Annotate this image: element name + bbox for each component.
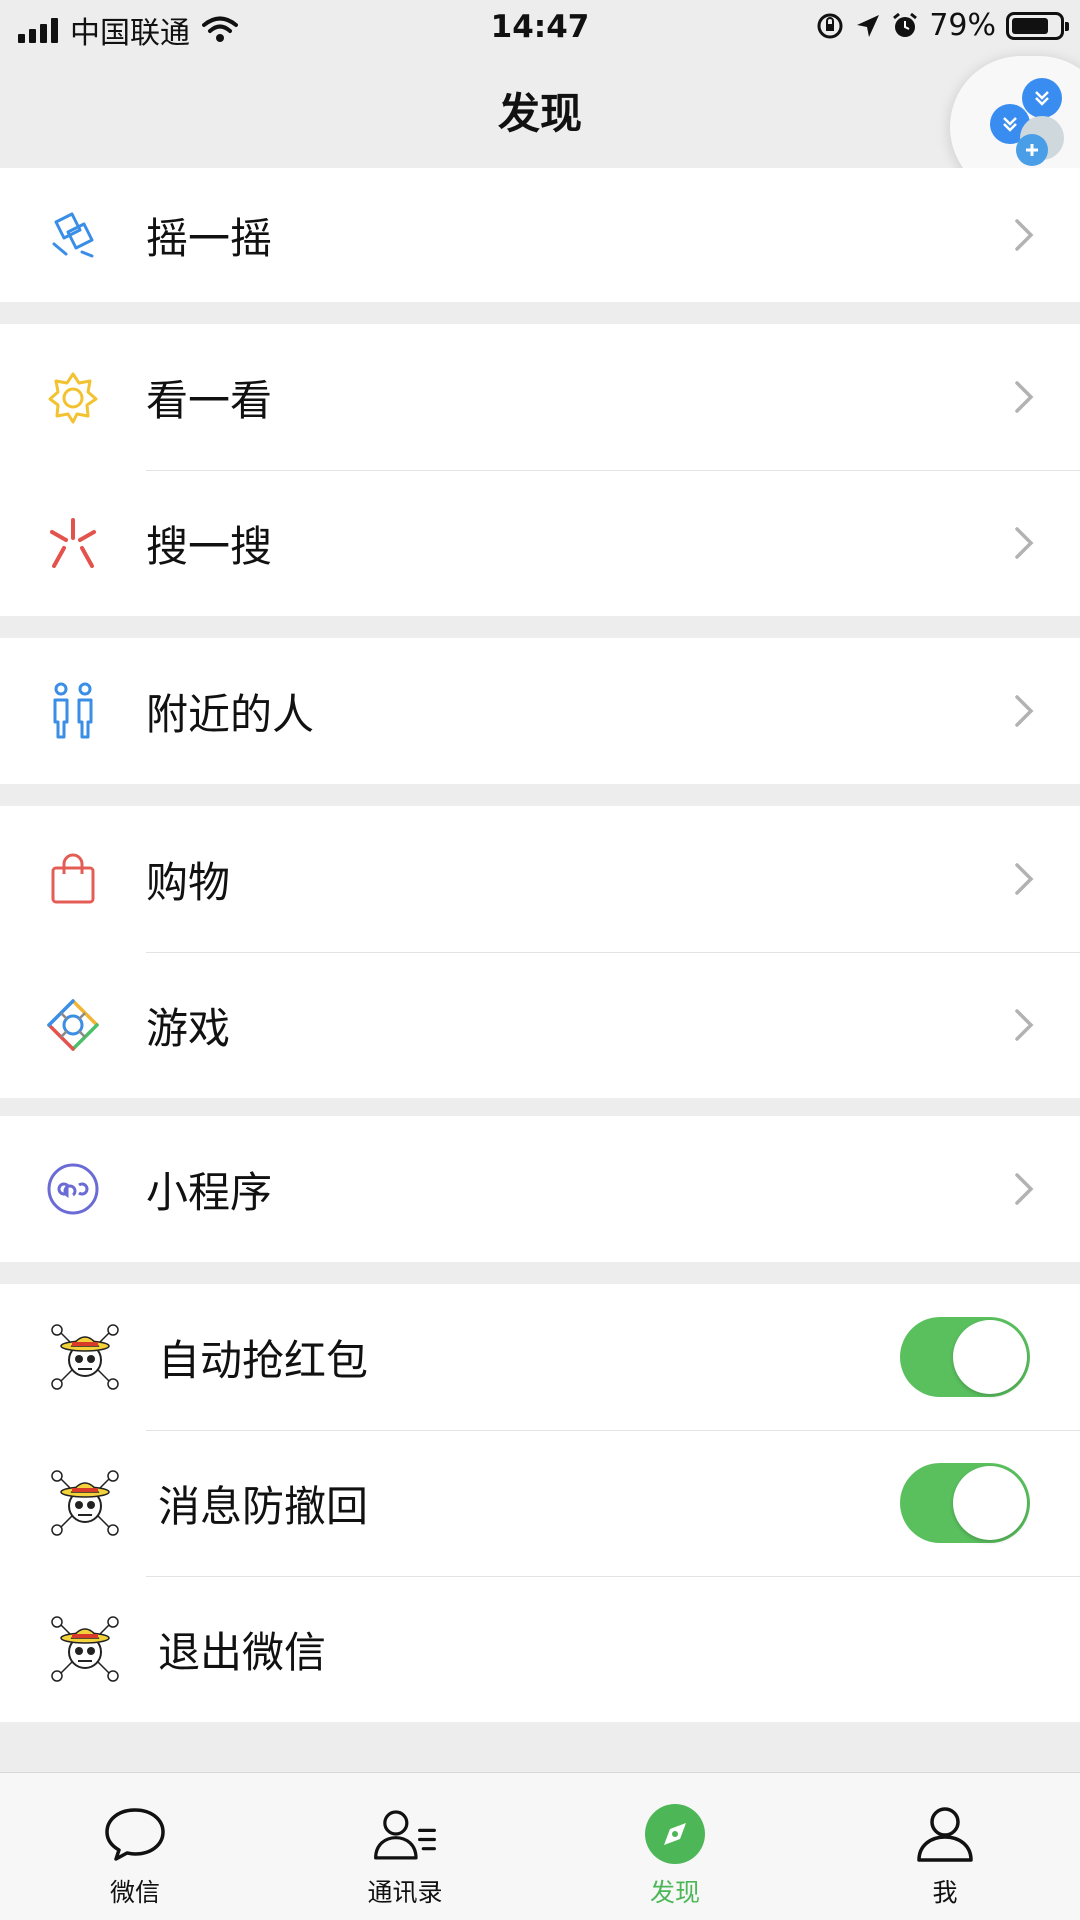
tab-contacts[interactable]: 通讯录 (270, 1773, 540, 1920)
list-item-mini-programs[interactable]: 小程序 (0, 1116, 1080, 1262)
list-group: 购物 游戏 (0, 806, 1080, 1098)
tab-label: 我 (932, 1878, 958, 1907)
skull-crossbones-icon (50, 1614, 120, 1684)
list-item-shake[interactable]: 摇一摇 (0, 168, 1080, 302)
chevron-right-icon (1015, 381, 1034, 413)
location-arrow-icon (857, 14, 880, 37)
list-item-label: 看一看 (146, 375, 273, 425)
list-item-games[interactable]: 游戏 (0, 952, 1080, 1098)
people-nearby-icon (44, 682, 102, 740)
battery-icon (1006, 11, 1069, 40)
chevron-right-icon (1015, 695, 1034, 727)
list-group: 看一看 搜一搜 (0, 324, 1080, 616)
compass-icon (642, 1803, 708, 1865)
list-group: 自动抢红包 消息防撤回 退出微信 (0, 1284, 1080, 1722)
list-item-label: 消息防撤回 (158, 1481, 369, 1531)
list-item-label: 搜一搜 (146, 521, 273, 571)
list-group: 摇一摇 (0, 168, 1080, 302)
tab-discover[interactable]: 发现 (540, 1773, 810, 1920)
chat-bubble-icon (102, 1803, 168, 1865)
list-group: 小程序 (0, 1116, 1080, 1262)
chevron-right-icon (1015, 527, 1034, 559)
chevron-right-icon (1015, 1009, 1034, 1041)
profile-icon (912, 1803, 978, 1865)
tab-label: 通讯录 (367, 1878, 443, 1907)
tab-bar: 微信 通讯录 发现 我 (0, 1772, 1080, 1920)
tab-label: 发现 (649, 1878, 700, 1907)
list-item-people-nearby[interactable]: 附近的人 (0, 638, 1080, 784)
games-icon (44, 996, 102, 1054)
contacts-icon (372, 1803, 438, 1865)
alarm-icon (893, 12, 918, 37)
list-item-label: 自动抢红包 (158, 1335, 369, 1385)
list-item-label: 小程序 (146, 1167, 273, 1217)
chevron-right-icon (1015, 219, 1034, 251)
top-stories-icon (44, 368, 102, 426)
chevron-right-icon (1015, 1173, 1034, 1205)
rotation-lock-icon (817, 13, 843, 38)
list-item-shopping[interactable]: 购物 (0, 806, 1080, 952)
list-item-label: 附近的人 (146, 689, 315, 739)
list-item-auto-red-packet: 自动抢红包 (0, 1284, 1080, 1430)
anti-recall-toggle[interactable] (900, 1463, 1030, 1543)
list-item-exit-wechat[interactable]: 退出微信 (0, 1576, 1080, 1722)
skull-crossbones-icon (50, 1468, 120, 1538)
list-item-label: 游戏 (146, 1003, 231, 1053)
tab-me[interactable]: 我 (810, 1773, 1080, 1920)
chevron-right-icon (1015, 863, 1034, 895)
list-group: 附近的人 (0, 638, 1080, 784)
shopping-bag-icon (44, 850, 102, 908)
tab-label: 微信 (109, 1878, 160, 1907)
nav-bar: 发现 (0, 54, 1080, 166)
tab-chats[interactable]: 微信 (0, 1773, 270, 1920)
status-bar: 中国联通 14:47 79% (0, 0, 1080, 54)
page-title: 发现 (497, 88, 582, 138)
list-item-label: 摇一摇 (146, 213, 273, 263)
list-item-label: 购物 (146, 857, 231, 907)
search-icon (44, 514, 102, 572)
list-item-top-stories[interactable]: 看一看 (0, 324, 1080, 470)
list-item-search[interactable]: 搜一搜 (0, 470, 1080, 616)
shake-icon (44, 206, 102, 264)
list-item-label: 退出微信 (158, 1627, 327, 1677)
toggle-knob (953, 1466, 1027, 1540)
skull-crossbones-icon (50, 1322, 120, 1392)
auto-red-packet-toggle[interactable] (900, 1317, 1030, 1397)
battery-percent: 79% (929, 8, 996, 43)
toggle-knob (953, 1320, 1027, 1394)
list-item-anti-recall: 消息防撤回 (0, 1430, 1080, 1576)
mini-program-icon (44, 1160, 102, 1218)
